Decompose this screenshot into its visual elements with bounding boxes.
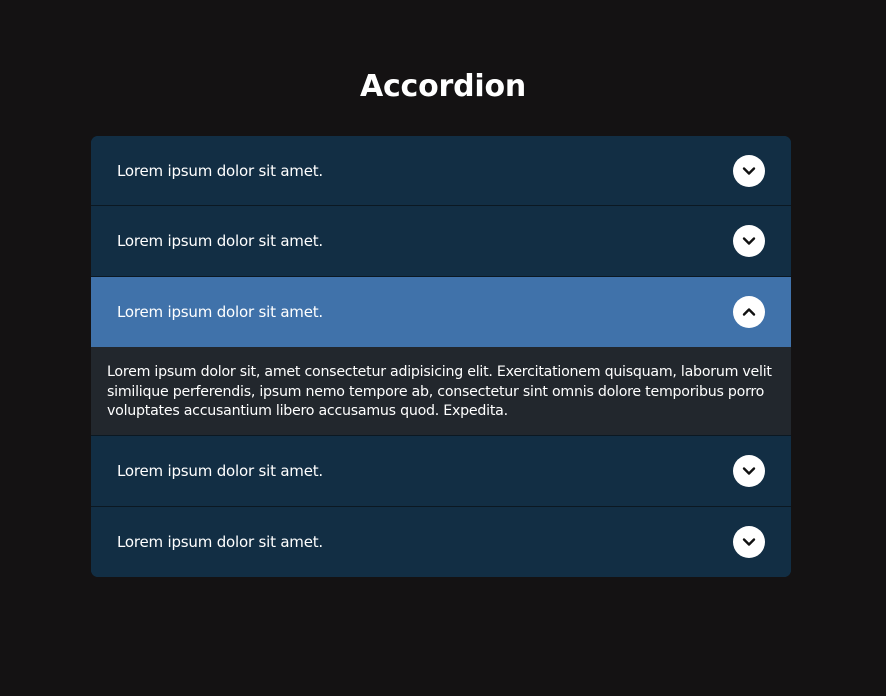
- chevron-down-icon[interactable]: [733, 455, 765, 487]
- accordion-item-1-header[interactable]: Lorem ipsum dolor sit amet.: [91, 136, 791, 206]
- accordion-item-label: Lorem ipsum dolor sit amet.: [117, 161, 323, 180]
- chevron-up-icon[interactable]: [733, 296, 765, 328]
- chevron-down-icon[interactable]: [733, 154, 765, 187]
- accordion-item-label: Lorem ipsum dolor sit amet.: [117, 232, 323, 250]
- accordion-item-3-header[interactable]: Lorem ipsum dolor sit amet.: [91, 277, 791, 347]
- accordion-item-label: Lorem ipsum dolor sit amet.: [117, 533, 323, 551]
- accordion-item-5-header[interactable]: Lorem ipsum dolor sit amet.: [91, 507, 791, 577]
- accordion: Lorem ipsum dolor sit amet. Lorem ipsum …: [91, 136, 791, 577]
- accordion-item-3-content: Lorem ipsum dolor sit, amet consectetur …: [91, 347, 791, 436]
- accordion-item-4-header[interactable]: Lorem ipsum dolor sit amet.: [91, 436, 791, 507]
- accordion-item-2-header[interactable]: Lorem ipsum dolor sit amet.: [91, 206, 791, 277]
- page-title: Accordion: [359, 69, 527, 104]
- chevron-down-icon[interactable]: [733, 526, 765, 558]
- chevron-down-icon[interactable]: [733, 225, 765, 257]
- accordion-item-label: Lorem ipsum dolor sit amet.: [117, 462, 323, 480]
- accordion-item-label: Lorem ipsum dolor sit amet.: [117, 303, 323, 321]
